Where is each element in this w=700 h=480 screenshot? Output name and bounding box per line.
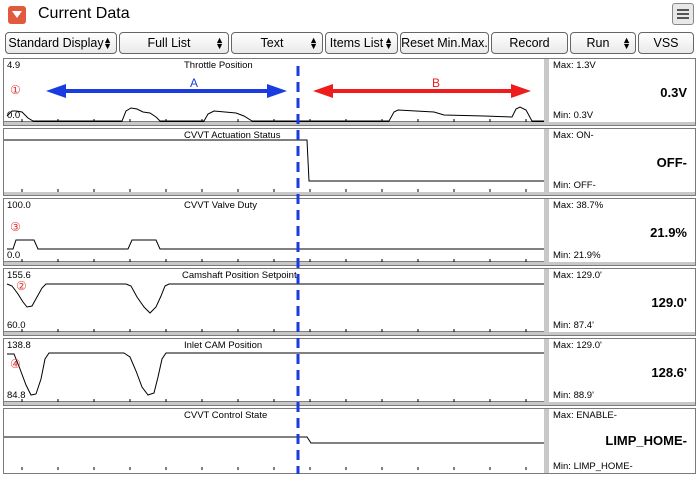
record-label: Record [509, 36, 550, 50]
bottom-bar [4, 402, 695, 405]
menu-icon[interactable] [672, 3, 694, 25]
min-value: Min: OFF- [553, 180, 596, 191]
y-axis-max: 100.0 [7, 200, 31, 211]
y-axis-min: 0.0 [7, 250, 21, 261]
y-axis-min: 84.8 [7, 390, 26, 401]
chart-cvvt-actuation-status[interactable]: CVVT Actuation Status Max: ON- OFF- Min:… [3, 128, 696, 196]
items-list-dropdown[interactable]: Items List ▲ ▼ [325, 32, 398, 54]
max-value: Max: 129.0' [553, 340, 602, 351]
standard-display-label: Standard Display [8, 36, 104, 50]
chart-title: Camshaft Position Setpoint [182, 270, 297, 281]
full-list-dropdown[interactable]: Full List ▲ ▼ [119, 32, 229, 54]
y-axis-max: 4.9 [7, 60, 21, 71]
bottom-bar [4, 192, 695, 195]
vss-button[interactable]: VSS [638, 32, 694, 54]
value-panel: Max: 38.7% 21.9% Min: 21.9% [549, 199, 695, 265]
reset-min-max-label: Reset Min.Max. [401, 36, 488, 50]
value-panel: Max: 129.0' 128.6' Min: 88.9' [549, 339, 695, 405]
valve-duty-trace [4, 239, 544, 263]
control-state-trace [4, 436, 544, 470]
chart-cvvt-control-state[interactable]: CVVT Control State Max: ENABLE- LIMP_HOM… [3, 408, 696, 474]
chart-title: CVVT Valve Duty [184, 200, 258, 211]
max-value: Max: 38.7% [553, 200, 604, 211]
current-value: 128.6' [651, 365, 687, 380]
y-axis-min: 0.0 [7, 110, 21, 121]
marker-badge: ③ [10, 220, 21, 234]
standard-display-dropdown[interactable]: Standard Display ▲ ▼ [5, 32, 117, 54]
chart-camshaft-position-setpoint[interactable]: 155.6 60.0 Camshaft Position Setpoint ② … [3, 268, 696, 336]
value-panel: Max: 129.0' 129.0' Min: 87.4' [549, 269, 695, 335]
max-value: Max: ENABLE- [553, 410, 617, 421]
marker-badge: ④ [10, 357, 21, 371]
y-axis-min: 60.0 [7, 320, 26, 331]
dropdown-arrows-icon: ▲ ▼ [622, 35, 631, 51]
throttle-trace [4, 84, 544, 123]
chart-cvvt-valve-duty[interactable]: 100.0 0.0 CVVT Valve Duty ③ Max: 38.7% 2… [3, 198, 696, 266]
current-value: 0.3V [660, 85, 687, 100]
graph-area: CVVT Actuation Status [4, 129, 544, 195]
reset-min-max-button[interactable]: Reset Min.Max. [400, 32, 489, 54]
record-button[interactable]: Record [491, 32, 568, 54]
min-value: Min: 87.4' [553, 320, 594, 331]
graph-area: 100.0 0.0 CVVT Valve Duty ③ [4, 199, 544, 265]
value-panel: Max: 1.3V 0.3V Min: 0.3V [549, 59, 695, 125]
current-value: 129.0' [651, 295, 687, 310]
region-b-label: B [432, 76, 441, 90]
bottom-bar [4, 262, 695, 265]
chart-throttle-position[interactable]: 4.9 0.0 Throttle Position ① A B Max: 1.3… [3, 58, 696, 126]
graph-area: 4.9 0.0 Throttle Position ① A B [4, 59, 544, 125]
run-dropdown[interactable]: Run ▲ ▼ [570, 32, 636, 54]
text-dropdown[interactable]: Text ▲ ▼ [231, 32, 323, 54]
marker-badge: ① [10, 83, 21, 97]
full-list-label: Full List [147, 36, 191, 50]
toolbar: Standard Display ▲ ▼ Full List ▲ ▼ Text ▲ ▼… [0, 31, 700, 57]
max-value: Max: 1.3V [553, 60, 596, 71]
graph-area: CVVT Control State [4, 409, 544, 475]
title-bar: Current Data [0, 0, 700, 30]
graph-area: 138.8 84.8 Inlet CAM Position ④ [4, 339, 544, 405]
min-value: Min: 0.3V [553, 110, 594, 121]
max-value: Max: 129.0' [553, 270, 602, 281]
inlet-cam-trace [4, 352, 544, 403]
graph-area: 155.6 60.0 Camshaft Position Setpoint ② [4, 269, 544, 335]
window-title: Current Data [38, 5, 130, 22]
bottom-bar [4, 122, 695, 125]
chart-title: Throttle Position [184, 60, 253, 71]
dropdown-arrows-icon: ▲ ▼ [103, 35, 112, 51]
vss-label: VSS [653, 36, 679, 50]
time-divider-line [296, 66, 300, 474]
bottom-bar [4, 332, 695, 335]
region-a-label: A [190, 76, 199, 90]
chart-title: CVVT Control State [184, 410, 268, 421]
current-value: 21.9% [650, 225, 687, 240]
dropdown-arrows-icon: ▲ ▼ [309, 35, 318, 51]
dropdown-arrows-icon: ▲ ▼ [215, 35, 224, 51]
value-panel: Max: ON- OFF- Min: OFF- [549, 129, 695, 195]
collapse-dropdown-icon[interactable] [8, 6, 26, 24]
max-value: Max: ON- [553, 130, 594, 141]
items-list-label: Items List [329, 36, 384, 50]
min-value: Min: LIMP_HOME- [553, 461, 633, 472]
dropdown-arrows-icon: ▲ ▼ [384, 35, 393, 51]
chart-inlet-cam-position[interactable]: 138.8 84.8 Inlet CAM Position ④ Max: 129… [3, 338, 696, 406]
chart-title: Inlet CAM Position [184, 340, 263, 351]
min-value: Min: 21.9% [553, 250, 601, 261]
text-label: Text [260, 36, 284, 50]
current-value: OFF- [656, 155, 687, 170]
min-value: Min: 88.9' [553, 390, 594, 401]
current-value: LIMP_HOME- [605, 433, 687, 448]
value-panel: Max: ENABLE- LIMP_HOME- Min: LIMP_HOME- [549, 409, 695, 473]
marker-badge: ② [16, 279, 27, 293]
run-label: Run [586, 36, 610, 50]
chart-title: CVVT Actuation Status [184, 130, 281, 141]
y-axis-max: 138.8 [7, 340, 31, 351]
